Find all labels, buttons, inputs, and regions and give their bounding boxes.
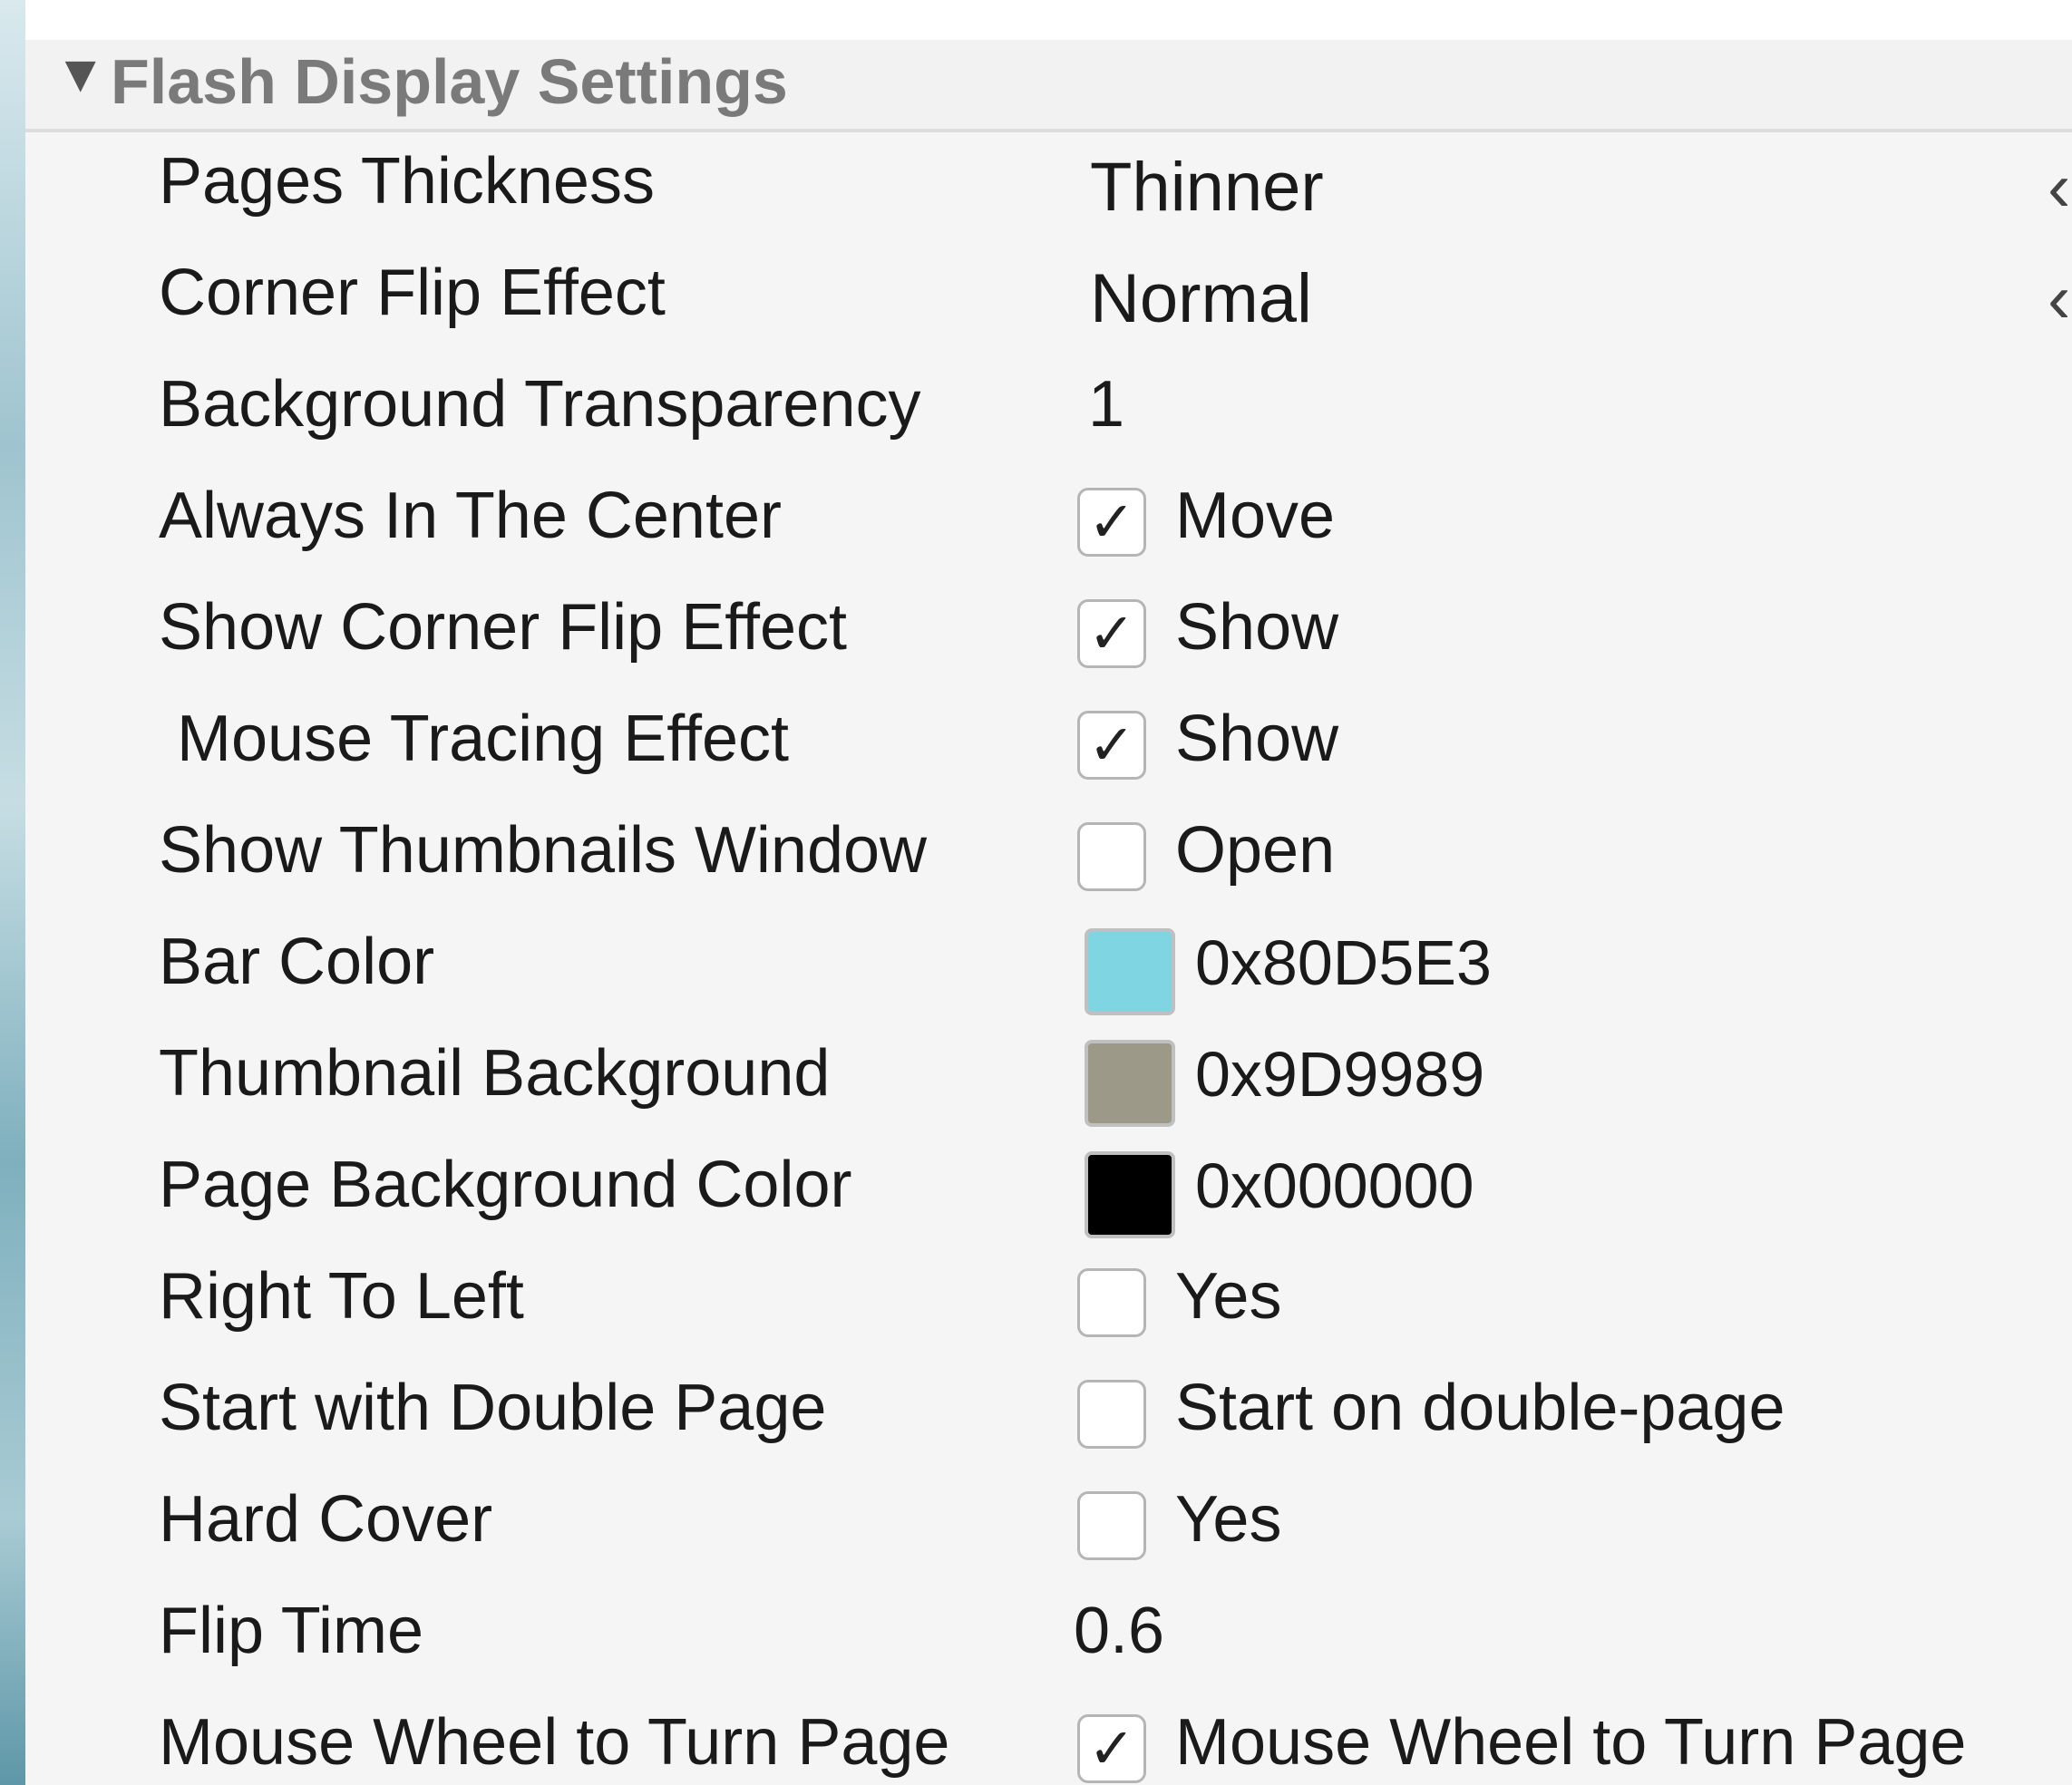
show-thumbnails-checkbox[interactable] bbox=[1077, 822, 1146, 891]
checkbox-label[interactable]: Show bbox=[1175, 590, 1338, 665]
setting-label: Hard Cover bbox=[159, 1483, 493, 1556]
bar-color-swatch[interactable] bbox=[1085, 928, 1175, 1015]
setting-row-pages-thickness: Pages Thickness Thinner ‹ bbox=[25, 135, 2072, 247]
setting-row-flip-time: Flip Time 0.6 bbox=[25, 1585, 2072, 1696]
setting-label: Corner Flip Effect bbox=[159, 257, 666, 329]
hard-cover-checkbox[interactable] bbox=[1077, 1491, 1146, 1560]
pages-thickness-select[interactable]: Thinner bbox=[1090, 148, 1324, 227]
checkbox-label[interactable]: Start on double-page bbox=[1175, 1371, 1785, 1445]
checkbox-label[interactable]: Mouse Wheel to Turn Page bbox=[1175, 1705, 1966, 1780]
setting-label: Bar Color bbox=[159, 926, 435, 998]
setting-row-mouse-tracing-effect: Mouse Tracing Effect ✓ Show bbox=[25, 693, 2072, 804]
color-hex-value: 0x80D5E3 bbox=[1195, 927, 1492, 998]
checkbox-label[interactable]: Open bbox=[1175, 813, 1335, 888]
checkbox-label[interactable]: Show bbox=[1175, 702, 1338, 776]
color-hex-value: 0x000000 bbox=[1195, 1150, 1474, 1221]
mouse-tracing-checkbox[interactable]: ✓ bbox=[1077, 711, 1146, 780]
checkbox-label[interactable]: Yes bbox=[1175, 1259, 1281, 1334]
setting-row-always-in-the-center: Always In The Center ✓ Move bbox=[25, 470, 2072, 581]
setting-row-bar-color: Bar Color 0x80D5E3 bbox=[25, 916, 2072, 1027]
setting-label: Always In The Center bbox=[159, 480, 782, 552]
start-double-page-checkbox[interactable] bbox=[1077, 1380, 1146, 1449]
flip-time-field[interactable]: 0.6 bbox=[1074, 1594, 1164, 1668]
checkmark-icon: ✓ bbox=[1088, 603, 1135, 665]
disclosure-triangle-icon[interactable]: ▼ bbox=[54, 44, 106, 104]
setting-row-start-with-double-page: Start with Double Page Start on double-p… bbox=[25, 1362, 2072, 1473]
checkmark-icon: ✓ bbox=[1088, 1718, 1135, 1780]
setting-row-show-thumbnails-window: Show Thumbnails Window Open bbox=[25, 804, 2072, 916]
background-strip bbox=[0, 0, 25, 1785]
background-transparency-field[interactable]: 1 bbox=[1088, 367, 1124, 441]
setting-label: Flip Time bbox=[159, 1595, 424, 1667]
checkmark-icon: ✓ bbox=[1088, 714, 1135, 777]
setting-label: Thumbnail Background bbox=[159, 1037, 831, 1110]
page-background-swatch[interactable] bbox=[1085, 1151, 1175, 1238]
setting-row-page-background-color: Page Background Color 0x000000 bbox=[25, 1139, 2072, 1250]
setting-label: Mouse Wheel to Turn Page bbox=[159, 1706, 950, 1779]
setting-label: Pages Thickness bbox=[159, 145, 655, 218]
chevron-icon[interactable]: ‹ bbox=[2048, 148, 2070, 227]
section-header[interactable]: ▼ Flash Display Settings bbox=[25, 40, 2072, 132]
setting-label: Right To Left bbox=[159, 1260, 524, 1333]
right-to-left-checkbox[interactable] bbox=[1077, 1268, 1146, 1337]
flash-display-settings-panel: ▼ Flash Display Settings Pages Thickness… bbox=[25, 40, 2072, 1785]
setting-row-background-transparency: Background Transparency 1 bbox=[25, 358, 2072, 470]
setting-row-mouse-wheel-turn-page: Mouse Wheel to Turn Page ✓ Mouse Wheel t… bbox=[25, 1696, 2072, 1785]
setting-row-hard-cover: Hard Cover Yes bbox=[25, 1473, 2072, 1585]
setting-row-right-to-left: Right To Left Yes bbox=[25, 1250, 2072, 1362]
section-title: Flash Display Settings bbox=[111, 46, 788, 117]
checkbox-label[interactable]: Yes bbox=[1175, 1482, 1281, 1557]
thumbnail-background-swatch[interactable] bbox=[1085, 1040, 1175, 1127]
chevron-icon[interactable]: ‹ bbox=[2048, 259, 2070, 338]
corner-flip-effect-select[interactable]: Normal bbox=[1090, 259, 1312, 338]
setting-row-thumbnail-background: Thumbnail Background 0x9D9989 bbox=[25, 1027, 2072, 1139]
mouse-wheel-checkbox[interactable]: ✓ bbox=[1077, 1714, 1146, 1783]
always-in-center-checkbox[interactable]: ✓ bbox=[1077, 488, 1146, 557]
setting-label: Show Corner Flip Effect bbox=[159, 591, 847, 664]
setting-label: Start with Double Page bbox=[159, 1372, 827, 1444]
show-corner-flip-checkbox[interactable]: ✓ bbox=[1077, 599, 1146, 668]
setting-label: Show Thumbnails Window bbox=[159, 814, 928, 887]
setting-label: Mouse Tracing Effect bbox=[177, 703, 789, 775]
setting-row-corner-flip-effect: Corner Flip Effect Normal ‹ bbox=[25, 247, 2072, 358]
checkbox-label[interactable]: Move bbox=[1175, 479, 1335, 553]
setting-row-show-corner-flip-effect: Show Corner Flip Effect ✓ Show bbox=[25, 581, 2072, 693]
color-hex-value: 0x9D9989 bbox=[1195, 1039, 1485, 1110]
setting-label: Page Background Color bbox=[159, 1149, 852, 1221]
checkmark-icon: ✓ bbox=[1088, 491, 1135, 554]
setting-label: Background Transparency bbox=[159, 368, 921, 441]
